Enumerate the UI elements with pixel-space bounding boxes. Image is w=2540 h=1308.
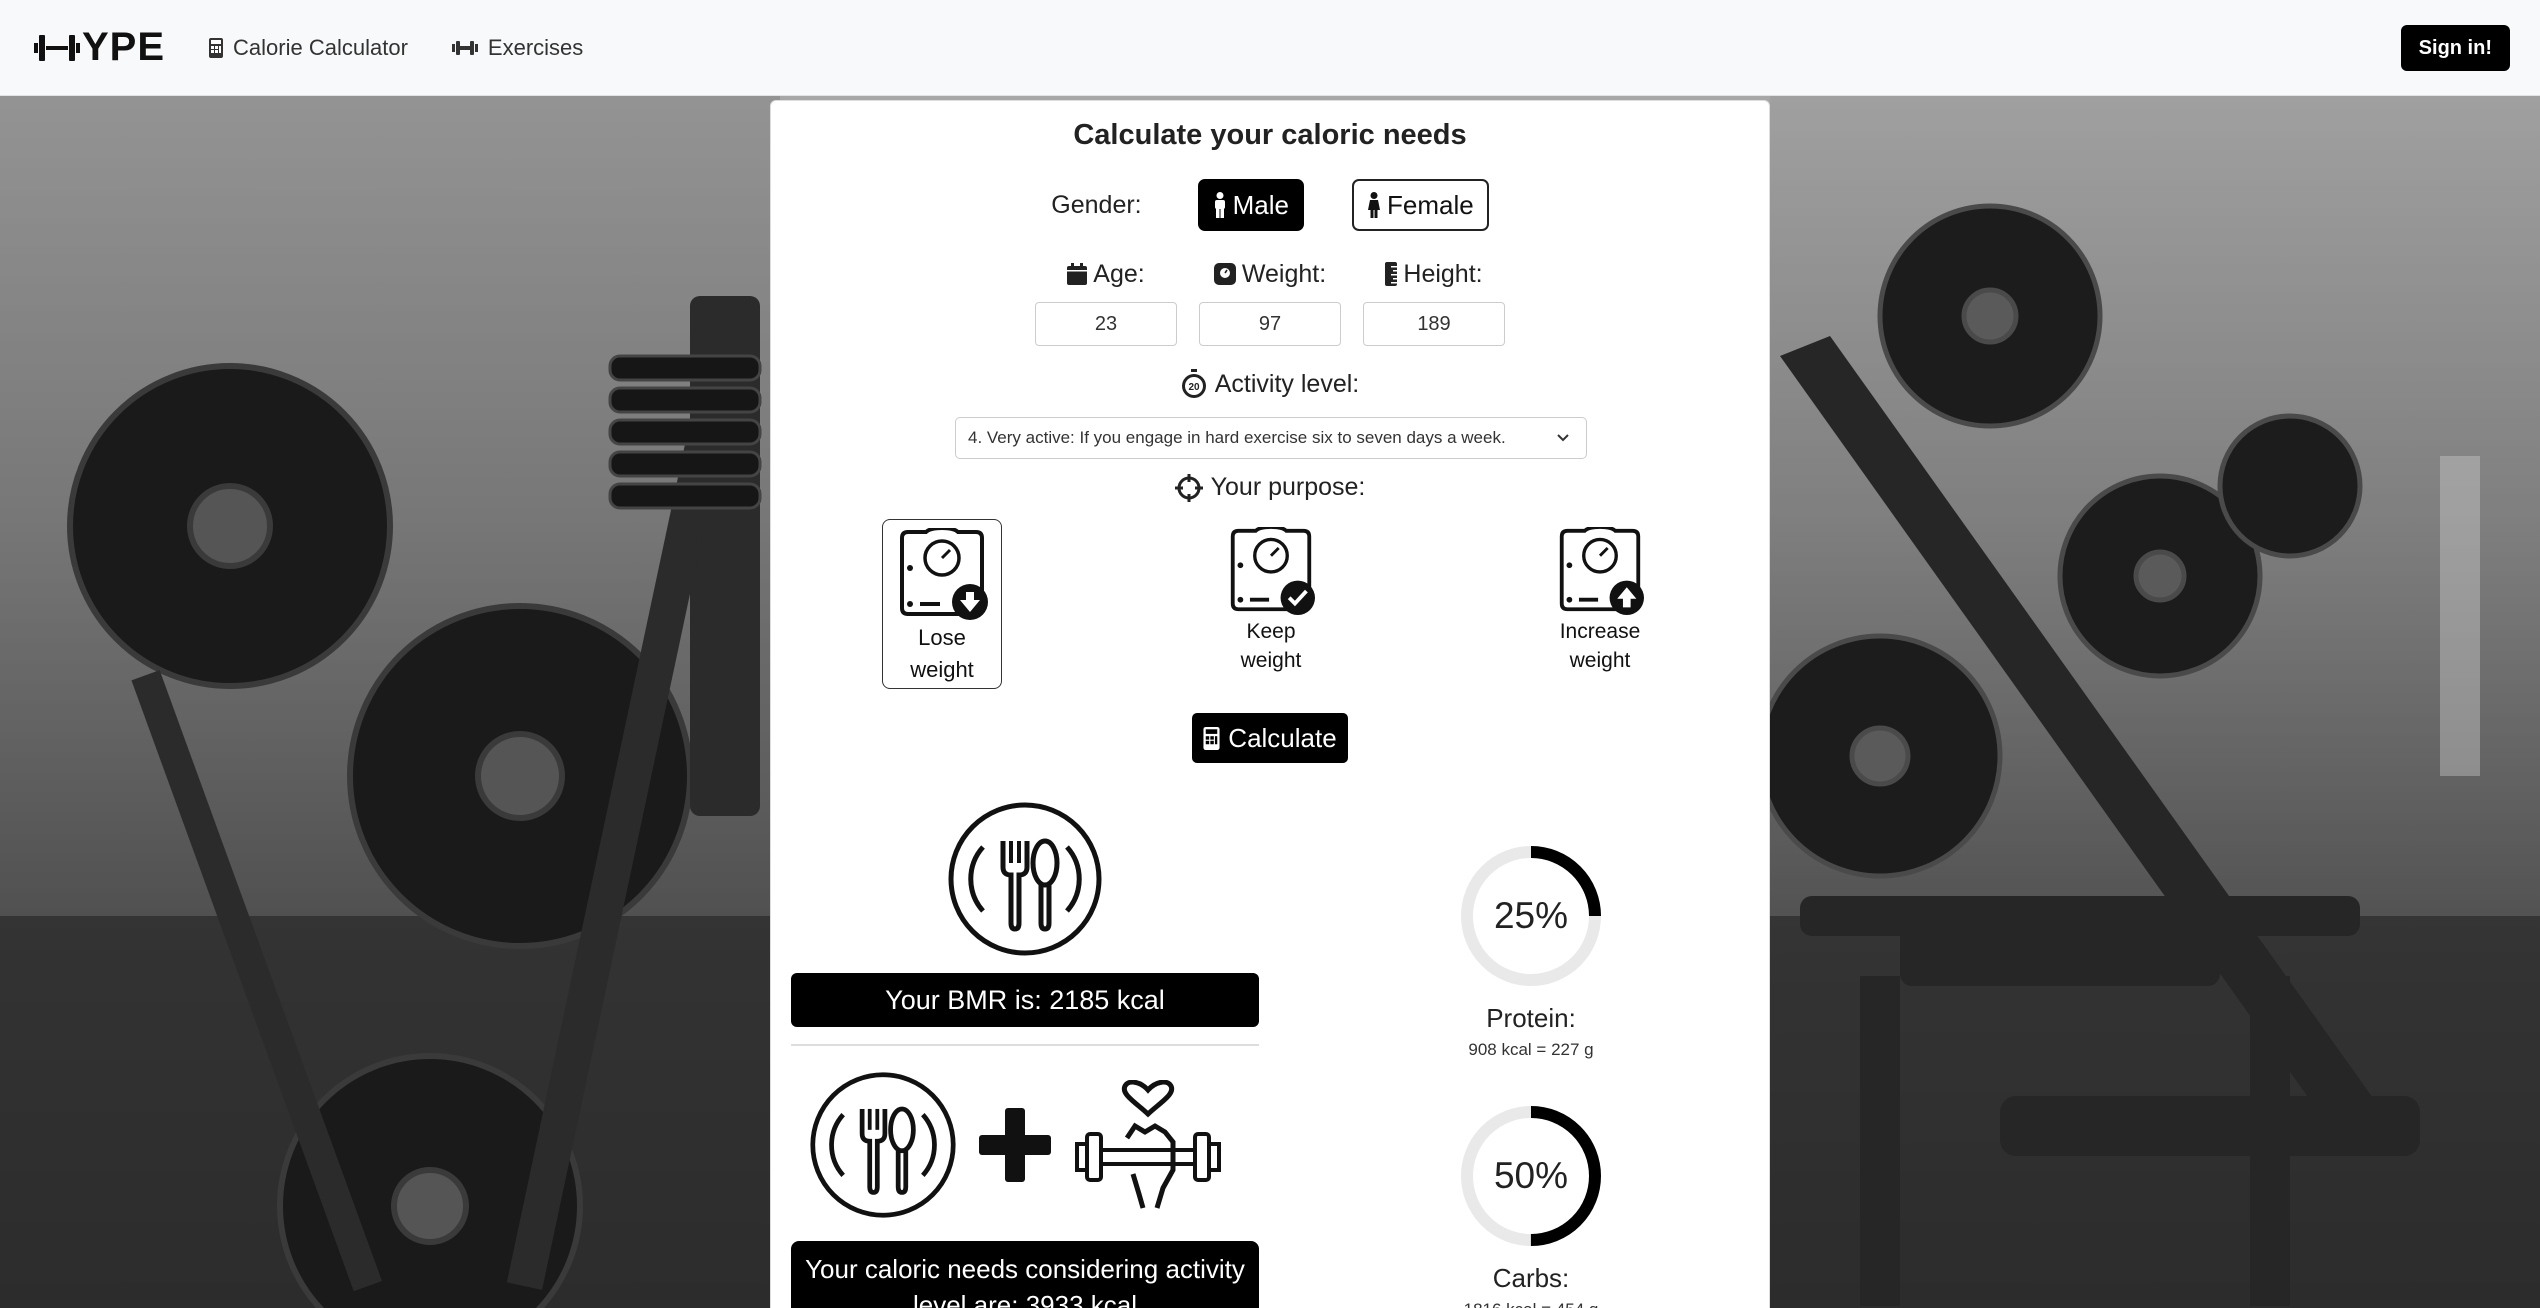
carbs-label: Carbs: — [1492, 1263, 1570, 1293]
calculate-button[interactable]: Calculate — [1192, 713, 1348, 763]
purpose-label: Your purpose: — [1210, 473, 1366, 501]
age-label: Age: — [1093, 259, 1145, 288]
gender-row: Gender: Male Female — [771, 179, 1769, 231]
nav-link-label: Calorie Calculator — [233, 34, 408, 60]
gender-male-button[interactable]: Male — [1197, 179, 1304, 231]
svg-text:20: 20 — [1188, 382, 1200, 393]
purpose-line1: Lose — [918, 625, 966, 650]
carbs-percent: 50% — [1493, 1155, 1569, 1196]
sign-in-button[interactable]: Sign in! — [2400, 25, 2510, 71]
crosshair-icon — [1174, 473, 1203, 502]
purpose-keep-weight[interactable]: Keep weight — [1211, 519, 1331, 689]
age-input[interactable] — [1035, 302, 1177, 346]
bmr-plus-activity-icons — [809, 1071, 1223, 1219]
male-icon — [1214, 192, 1225, 218]
plate-cutlery-icon — [810, 1072, 956, 1218]
calculator-icon — [1203, 726, 1220, 750]
results-divider — [791, 1044, 1259, 1046]
plate-cutlery-icon — [948, 802, 1102, 956]
calculator-icon — [209, 37, 224, 58]
activity-level-select[interactable]: 4. Very active: If you engage in hard ex… — [955, 417, 1587, 459]
chevron-down-icon — [1557, 434, 1569, 442]
weight-group: Weight: — [1199, 256, 1341, 346]
dumbbell-icon — [451, 40, 478, 55]
gender-label: Gender: — [1051, 190, 1142, 219]
age-label-row: Age: — [1067, 256, 1145, 292]
macro-carbs: 50% Carbs: 1816 kcal = 454 g — [1441, 1103, 1621, 1308]
gender-male-label: Male — [1232, 189, 1289, 220]
age-group: Age: — [1035, 256, 1177, 346]
protein-label: Protein: — [1486, 1003, 1576, 1033]
purpose-increase-weight[interactable]: Increase weight — [1540, 519, 1660, 689]
body-metrics-row: Age: Weight: — [771, 256, 1769, 346]
page-title: Calculate your caloric needs — [1073, 119, 1467, 151]
scale-arrow-down-icon — [900, 528, 988, 620]
protein-percent: 25% — [1493, 895, 1569, 936]
scale-arrow-up-icon — [1559, 527, 1644, 615]
bmr-result: Your BMR is: 2185 kcal — [791, 973, 1259, 1027]
activity-selected-value: 4. Very active: If you engage in hard ex… — [968, 428, 1506, 447]
purpose-line2: weight — [910, 657, 974, 682]
calendar-icon — [1067, 263, 1088, 285]
carbs-progress-ring: 50% — [1458, 1103, 1604, 1249]
macro-protein: 25% Protein: 908 kcal = 227 g — [1441, 843, 1621, 1060]
nav-link-exercises[interactable]: Exercises — [451, 34, 584, 61]
weight-input[interactable] — [1199, 302, 1341, 346]
weight-scale-icon — [1213, 263, 1236, 285]
stopwatch-icon: 20 — [1181, 369, 1206, 398]
nav-link-calorie-calculator[interactable]: Calorie Calculator — [209, 35, 408, 61]
purpose-line1: Increase — [1559, 620, 1641, 643]
nav-link-label: Exercises — [487, 34, 584, 60]
purpose-label-row: Your purpose: — [771, 473, 1769, 502]
carbs-detail: 1816 kcal = 454 g — [1464, 1300, 1599, 1308]
purpose-line2: weight — [1240, 649, 1302, 672]
activity-label-row: 20 Activity level: — [771, 369, 1769, 399]
weight-label-row: Weight: — [1213, 256, 1327, 292]
female-icon — [1368, 192, 1380, 218]
scale-check-icon — [1230, 527, 1315, 615]
height-group: Height: — [1363, 256, 1505, 346]
dumbbell-logo-icon — [34, 34, 80, 61]
purpose-line1: Keep — [1246, 620, 1296, 643]
protein-detail: 908 kcal = 227 g — [1468, 1040, 1594, 1059]
gender-female-label: Female — [1387, 189, 1474, 220]
height-input[interactable] — [1363, 302, 1505, 346]
protein-progress-ring: 25% — [1458, 843, 1604, 989]
ruler-icon — [1385, 262, 1398, 286]
height-label: Height: — [1403, 259, 1483, 288]
brand-logo[interactable]: YPE — [34, 25, 165, 70]
dumbbell-heart-icon — [1075, 1080, 1221, 1209]
purpose-line2: weight — [1569, 649, 1631, 672]
gender-female-button[interactable]: Female — [1352, 179, 1489, 231]
calculate-label: Calculate — [1228, 722, 1337, 753]
top-navbar: YPE Calorie Calculator Exercises Sign in… — [0, 0, 2540, 96]
brand-text: YPE — [82, 25, 166, 69]
calculator-card: Calculate your caloric needs Gender: Mal… — [770, 100, 1770, 1308]
height-label-row: Height: — [1385, 256, 1483, 292]
activity-label: Activity level: — [1214, 369, 1360, 398]
plus-icon — [979, 1108, 1051, 1182]
purpose-lose-weight[interactable]: Lose weight — [882, 519, 1002, 689]
weight-label: Weight: — [1241, 259, 1327, 288]
caloric-needs-result: Your caloric needs considering activity … — [791, 1241, 1259, 1308]
